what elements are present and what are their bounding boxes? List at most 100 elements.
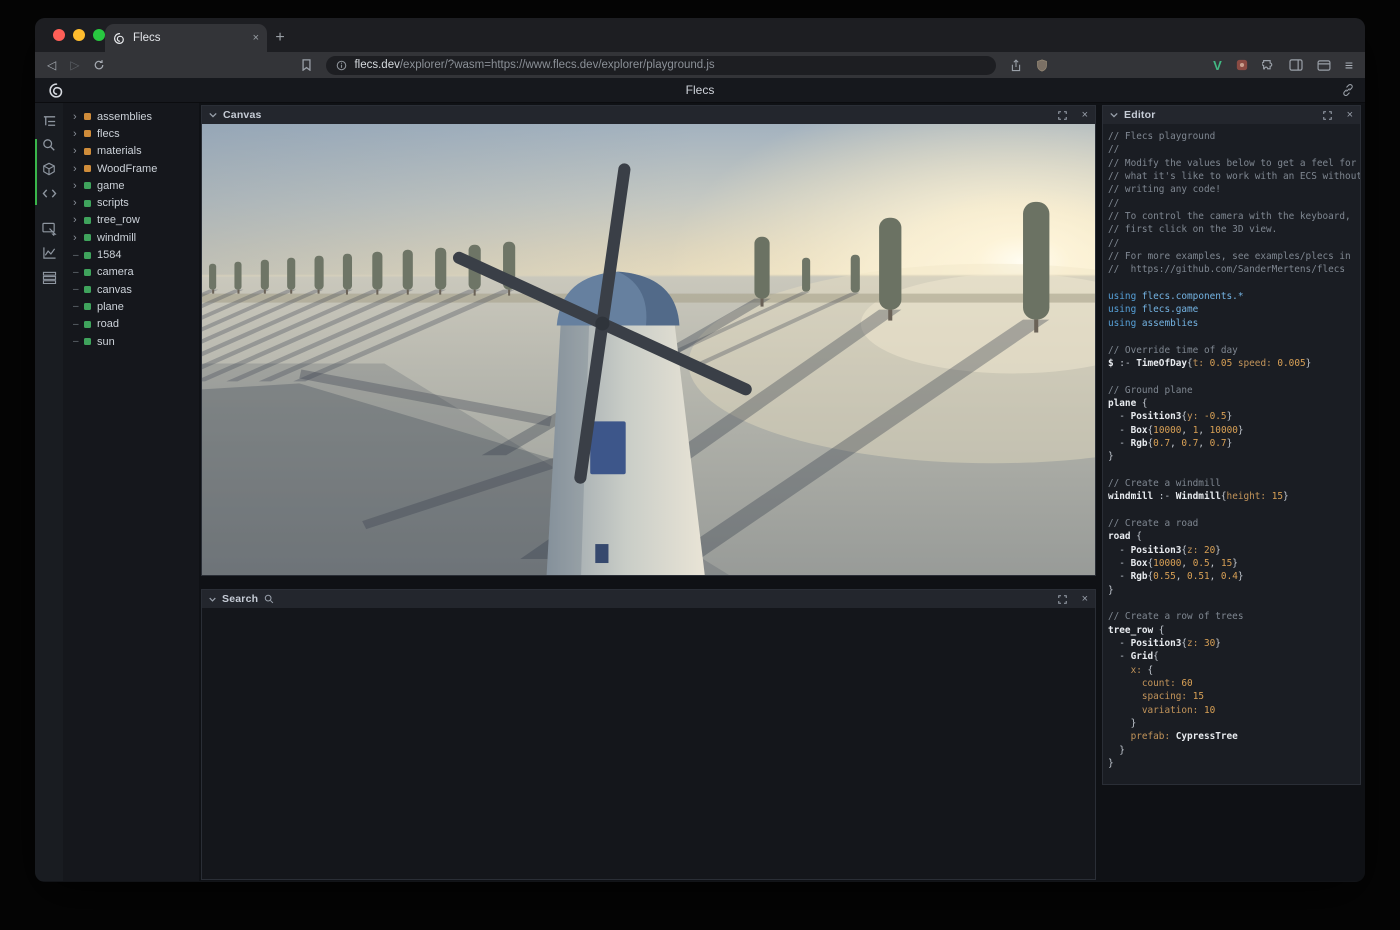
tree-item-1584[interactable]: –1584 bbox=[63, 246, 199, 263]
code-line: // first click on the 3D view. bbox=[1108, 223, 1355, 236]
reload-button[interactable] bbox=[93, 59, 105, 71]
tree-item-camera[interactable]: –camera bbox=[63, 264, 199, 281]
stats-chart-icon[interactable] bbox=[37, 241, 61, 265]
entity-label: 1584 bbox=[97, 249, 121, 261]
code-editor-icon[interactable] bbox=[37, 181, 61, 205]
expand-arrow-icon[interactable]: › bbox=[73, 232, 84, 244]
chevron-down-icon[interactable] bbox=[1110, 112, 1118, 118]
code-line: // Ground plane bbox=[1108, 384, 1355, 397]
code-line: variation: 10 bbox=[1108, 704, 1355, 717]
address-bar[interactable]: flecs.dev/explorer/?wasm=https://www.fle… bbox=[326, 56, 996, 75]
editor-code[interactable]: // Flecs playground//// Modify the value… bbox=[1103, 124, 1360, 784]
query-rows-icon[interactable] bbox=[37, 265, 61, 289]
tree-item-scripts[interactable]: › scripts bbox=[63, 194, 199, 211]
url-host: flecs.dev bbox=[354, 59, 399, 71]
tab-strip: Flecs × + bbox=[35, 18, 1365, 52]
browser-tab[interactable]: Flecs × bbox=[105, 24, 267, 52]
code-line: } bbox=[1108, 450, 1355, 463]
expand-arrow-icon[interactable]: › bbox=[73, 128, 84, 140]
share-link-icon[interactable] bbox=[1341, 83, 1355, 102]
tree-item-flecs[interactable]: › flecs bbox=[63, 125, 199, 142]
leaf-dash-icon: – bbox=[73, 319, 84, 330]
tab-close-icon[interactable]: × bbox=[253, 32, 259, 44]
code-line: // Create a row of trees bbox=[1108, 610, 1355, 623]
expand-arrow-icon[interactable]: › bbox=[73, 214, 84, 226]
expand-arrow-icon[interactable]: › bbox=[73, 145, 84, 157]
tree-item-tree_row[interactable]: ›tree_row bbox=[63, 212, 199, 229]
extension-icon[interactable] bbox=[1236, 59, 1248, 71]
entity-label: scripts bbox=[97, 197, 129, 209]
expand-arrow-icon[interactable]: › bbox=[73, 197, 84, 209]
forward-button[interactable]: ▷ bbox=[70, 59, 79, 71]
tree-item-materials[interactable]: › materials bbox=[63, 143, 199, 160]
code-line bbox=[1108, 597, 1355, 610]
tree-item-plane[interactable]: –plane bbox=[63, 298, 199, 315]
close-panel-icon[interactable]: × bbox=[1082, 594, 1088, 605]
canvas-panel: Canvas × bbox=[201, 105, 1096, 576]
entity-label: canvas bbox=[97, 284, 132, 296]
chevron-down-icon[interactable] bbox=[209, 597, 216, 602]
code-line: - Rgb{0.55, 0.51, 0.4} bbox=[1108, 570, 1355, 583]
code-line bbox=[1108, 277, 1355, 290]
bookmark-icon[interactable] bbox=[301, 59, 312, 71]
entity-color-swatch bbox=[84, 234, 91, 241]
share-icon[interactable] bbox=[1010, 59, 1022, 72]
search-panel-title: Search bbox=[222, 593, 258, 605]
code-line: - Rgb{0.7, 0.7, 0.7} bbox=[1108, 437, 1355, 450]
expand-panel-icon[interactable] bbox=[1058, 595, 1067, 604]
site-info-icon[interactable] bbox=[336, 60, 347, 71]
extensions-puzzle-icon[interactable] bbox=[1262, 59, 1275, 72]
close-panel-icon[interactable]: × bbox=[1347, 110, 1353, 121]
new-tab-button[interactable]: + bbox=[267, 24, 293, 52]
zoom-window-button[interactable] bbox=[93, 29, 105, 41]
tree-item-sun[interactable]: –sun bbox=[63, 333, 199, 350]
editor-panel-title: Editor bbox=[1124, 109, 1156, 121]
code-line: road { bbox=[1108, 530, 1355, 543]
entity-label: materials bbox=[97, 145, 142, 157]
inspector-icon[interactable] bbox=[37, 217, 61, 241]
close-window-button[interactable] bbox=[53, 29, 65, 41]
code-line: spacing: 15 bbox=[1108, 690, 1355, 703]
code-line bbox=[1108, 464, 1355, 477]
wallet-icon[interactable] bbox=[1317, 60, 1331, 71]
tree-item-windmill[interactable]: ›windmill bbox=[63, 229, 199, 246]
entity-color-swatch bbox=[84, 269, 91, 276]
close-panel-icon[interactable]: × bbox=[1082, 110, 1088, 121]
leaf-dash-icon: – bbox=[73, 336, 84, 347]
minimize-window-button[interactable] bbox=[73, 29, 85, 41]
browser-window: Flecs × + ◁ ▷ flecs.dev/explorer/?wasm=h… bbox=[35, 18, 1365, 882]
canvas-panel-header[interactable]: Canvas × bbox=[202, 106, 1095, 124]
entity-label: WoodFrame bbox=[97, 163, 157, 175]
code-line: prefab: CypressTree bbox=[1108, 730, 1355, 743]
code-line: - Position3{z: 30} bbox=[1108, 637, 1355, 650]
code-line: // To control the camera with the keyboa… bbox=[1108, 210, 1355, 223]
browser-toolbar: ◁ ▷ flecs.dev/explorer/?wasm=https://www… bbox=[35, 52, 1365, 78]
back-button[interactable]: ◁ bbox=[47, 59, 56, 71]
expand-arrow-icon[interactable]: › bbox=[73, 180, 84, 192]
canvas-3d-view[interactable] bbox=[202, 124, 1095, 575]
search-panel-header[interactable]: Search × bbox=[202, 590, 1095, 608]
browser-menu-icon[interactable]: ≡ bbox=[1345, 57, 1353, 73]
expand-arrow-icon[interactable]: › bbox=[73, 111, 84, 123]
expand-panel-icon[interactable] bbox=[1058, 111, 1067, 120]
expand-arrow-icon[interactable]: › bbox=[73, 163, 84, 175]
expand-panel-icon[interactable] bbox=[1323, 111, 1332, 120]
editor-panel-header[interactable]: Editor × bbox=[1103, 106, 1360, 124]
tree-item-game[interactable]: ›game bbox=[63, 177, 199, 194]
entity-color-swatch bbox=[84, 182, 91, 189]
tree-item-WoodFrame[interactable]: › WoodFrame bbox=[63, 160, 199, 177]
tree-view-icon[interactable] bbox=[37, 109, 61, 133]
tree-item-canvas[interactable]: –canvas bbox=[63, 281, 199, 298]
vue-devtools-extension-icon[interactable]: V bbox=[1213, 58, 1222, 73]
tree-item-assemblies[interactable]: ›assemblies bbox=[63, 108, 199, 125]
entity-label: flecs bbox=[97, 128, 120, 140]
scene-cube-icon[interactable] bbox=[37, 157, 61, 181]
tree-item-road[interactable]: –road bbox=[63, 316, 199, 333]
code-line: } bbox=[1108, 717, 1355, 730]
chevron-down-icon[interactable] bbox=[209, 112, 217, 118]
leaf-dash-icon: – bbox=[73, 301, 84, 312]
sidebar-toggle-icon[interactable] bbox=[1289, 59, 1303, 71]
app-body: ›assemblies›flecs›materials›WoodFrame›ga… bbox=[35, 103, 1365, 881]
shield-icon[interactable] bbox=[1036, 59, 1048, 72]
search-panel-icon[interactable] bbox=[37, 133, 61, 157]
